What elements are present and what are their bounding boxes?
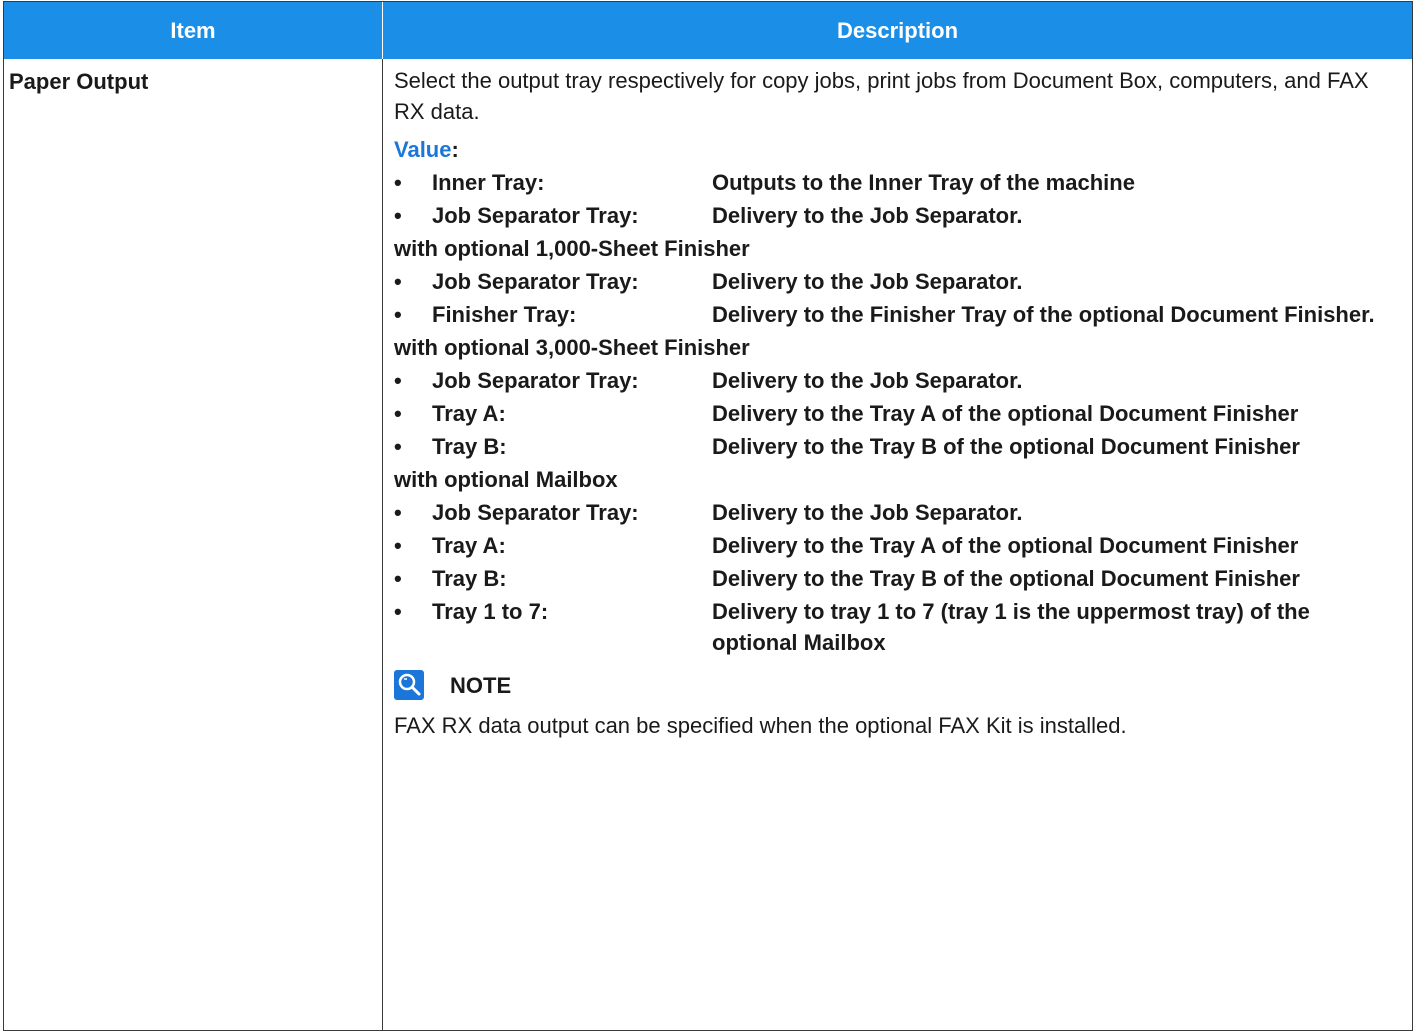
list-item-description: Delivery to the Tray B of the optional D…	[712, 434, 1300, 459]
list-item-description: Outputs to the Inner Tray of the machine	[712, 170, 1135, 195]
list-item-description: Delivery to the Tray A of the optional D…	[712, 533, 1299, 558]
bullet: •	[394, 203, 402, 228]
list-item-description: Delivery to the Job Separator.	[712, 269, 1023, 294]
bullet: •	[394, 434, 402, 459]
note-text: FAX RX data output can be specified when…	[394, 713, 1127, 738]
list-item: • Tray A: Delivery to the Tray A of the op…	[394, 398, 1394, 429]
table-header: Item Description	[4, 2, 1412, 59]
description-intro: Select the output tray respectively for …	[394, 68, 1369, 124]
list-item-term: Job Separator Tray:	[432, 368, 639, 393]
note-magnifier-icon	[394, 670, 424, 700]
list-item-term: Inner Tray:	[432, 170, 545, 195]
bullet: •	[394, 500, 402, 525]
list-item-description: Delivery to the Finisher Tray of the opt…	[712, 302, 1375, 327]
row-item-label: Paper Output	[9, 69, 149, 94]
list-item-description: Delivery to the Job Separator.	[712, 203, 1023, 228]
group-heading: with optional Mailbox	[394, 467, 618, 492]
bullet: •	[394, 368, 402, 393]
list-item-term: Tray B:	[432, 434, 507, 459]
value-groups: • Inner Tray: Outputs to the Inner Tray of…	[394, 167, 1394, 658]
group-heading: with optional 1,000-Sheet Finisher	[394, 236, 750, 261]
list-item: • Job Separator Tray: Delivery to the Job …	[394, 497, 1394, 528]
list-item: • Tray B: Delivery to the Tray B of the op…	[394, 431, 1394, 462]
bullet: •	[394, 566, 402, 591]
list-item-term: Tray 1 to 7:	[432, 599, 549, 624]
list-item-term: Tray A:	[432, 533, 506, 558]
list-item: • Inner Tray: Outputs to the Inner Tray of…	[394, 167, 1394, 198]
header-item: Item	[170, 18, 216, 43]
list-item-term: Tray A:	[432, 401, 506, 426]
list-item-term: Job Separator Tray:	[432, 500, 639, 525]
list-item: • Tray A: Delivery to the Tray A of the op…	[394, 530, 1394, 561]
bullet: •	[394, 599, 402, 624]
list-item: • Tray 1 to 7: Delivery to tray 1 to 7 (tr…	[394, 596, 1394, 658]
value-heading: Value:	[394, 134, 1394, 165]
list-item: • Job Separator Tray: Delivery to the Job …	[394, 200, 1394, 231]
bullet: •	[394, 269, 402, 294]
group-heading: with optional 3,000-Sheet Finisher	[394, 335, 750, 360]
column-divider	[382, 59, 383, 1030]
header-description: Description	[836, 18, 959, 43]
value-label: Value	[394, 137, 452, 162]
note-box: NOTE	[394, 670, 1394, 704]
list-item-description: Delivery to the Tray B of the optional D…	[712, 566, 1300, 591]
list-item-term: Tray B:	[432, 566, 507, 591]
list-item: • Tray B: Delivery to the Tray B of the op…	[394, 563, 1394, 594]
note-label: NOTE	[450, 673, 512, 698]
list-item-description: Delivery to the Tray A of the optional D…	[712, 401, 1299, 426]
bullet: •	[394, 302, 402, 327]
row-description: Select the output tray respectively for …	[394, 65, 1394, 741]
bullet: •	[394, 170, 402, 195]
list-item-description: Delivery to the Job Separator.	[712, 500, 1023, 525]
value-colon: :	[451, 137, 459, 162]
list-item: • Finisher Tray: Delivery to the Finisher …	[394, 299, 1394, 330]
list-item-term: Job Separator Tray:	[432, 203, 639, 228]
list-item-description: Delivery to tray 1 to 7 (tray 1 is the u…	[712, 599, 1310, 655]
list-item: • Job Separator Tray: Delivery to the Job …	[394, 365, 1394, 396]
bullet: •	[394, 533, 402, 558]
list-item-description: Delivery to the Job Separator.	[712, 368, 1023, 393]
list-item: • Job Separator Tray: Delivery to the Job …	[394, 266, 1394, 297]
list-item-term: Job Separator Tray:	[432, 269, 639, 294]
list-item-term: Finisher Tray:	[432, 302, 577, 327]
bullet: •	[394, 401, 402, 426]
